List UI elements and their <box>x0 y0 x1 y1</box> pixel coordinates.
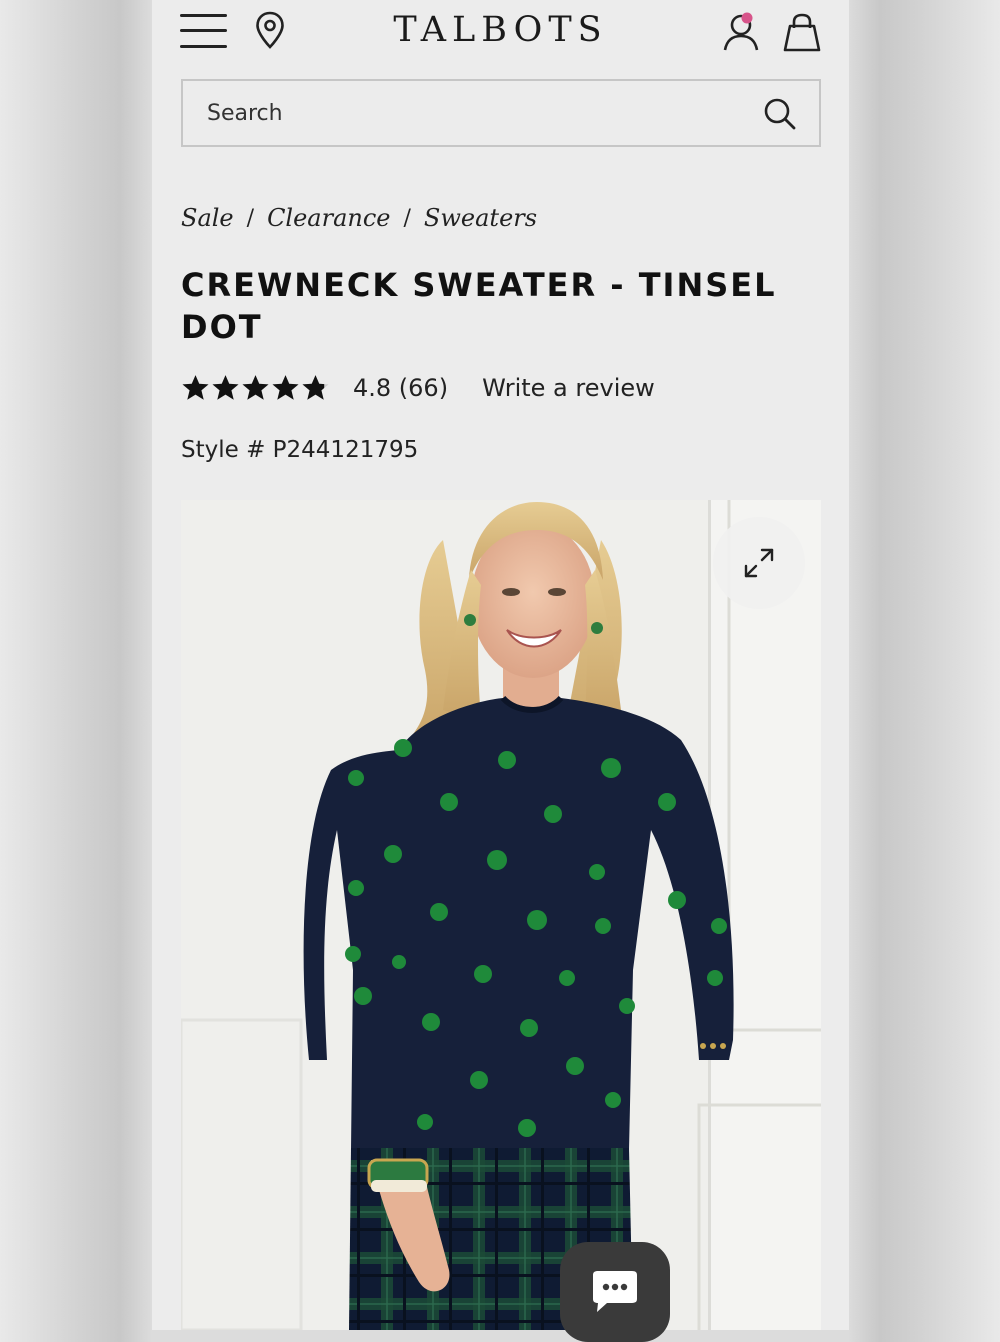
partial-star-icon <box>302 375 329 400</box>
rating-row: 4.8 (66) Write a review <box>181 374 655 402</box>
expand-icon <box>744 548 774 578</box>
star-icon <box>272 375 299 400</box>
notification-dot <box>741 12 753 24</box>
product-title: CREWNECK SWEATER - TINSEL DOT <box>181 266 777 346</box>
breadcrumb-separator: / <box>246 205 255 231</box>
style-number: Style # P244121795 <box>181 437 419 463</box>
breadcrumb-item-sale[interactable]: Sale <box>181 204 234 232</box>
chat-button[interactable] <box>560 1242 670 1342</box>
search-box[interactable]: Search <box>181 79 821 147</box>
expand-image-button[interactable] <box>713 517 805 609</box>
header: TALBOTS <box>152 0 849 70</box>
search-input[interactable]: Search <box>207 101 283 126</box>
rating-summary[interactable]: 4.8 (66) <box>353 374 448 402</box>
shopping-bag-icon[interactable] <box>781 12 823 58</box>
account-icon[interactable] <box>722 10 762 58</box>
search-icon[interactable] <box>763 97 797 135</box>
write-review-link[interactable]: Write a review <box>482 374 655 402</box>
star-icon <box>242 375 269 400</box>
star-rating[interactable] <box>181 374 331 402</box>
breadcrumb-item-clearance[interactable]: Clearance <box>267 204 390 232</box>
breadcrumb: Sale / Clearance / Sweaters <box>181 204 537 232</box>
star-icon <box>182 375 209 400</box>
breadcrumb-separator: / <box>403 205 411 231</box>
product-image[interactable] <box>181 500 821 1330</box>
breadcrumb-item-sweaters[interactable]: Sweaters <box>424 204 537 232</box>
model-photo <box>181 500 821 1330</box>
mobile-page: TALBOTS Search Sale / Clearance / Sweate… <box>152 0 849 1330</box>
star-icon <box>212 375 239 400</box>
chat-icon <box>593 1271 637 1312</box>
